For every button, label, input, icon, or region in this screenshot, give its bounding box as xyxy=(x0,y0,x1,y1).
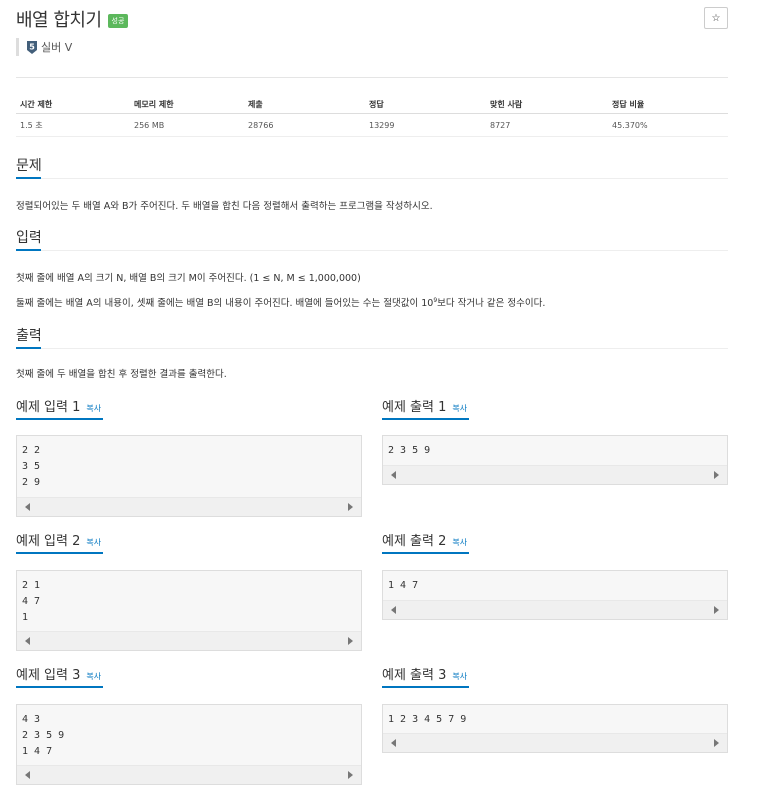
scroll-left-icon[interactable] xyxy=(25,503,30,511)
sample-input-1-scrollbar[interactable] xyxy=(17,497,361,516)
scroll-right-icon[interactable] xyxy=(348,503,353,511)
input-line-1: 첫째 줄에 배열 A의 크기 N, 배열 B의 크기 M이 주어진다. (1 ≤… xyxy=(16,273,361,284)
copy-sample-input-1-button[interactable]: 복사 xyxy=(86,403,101,414)
problem-description: 정렬되어있는 두 배열 A와 B가 주어진다. 두 배열을 합친 다음 정렬해서… xyxy=(16,201,433,212)
copy-sample-output-1-button[interactable]: 복사 xyxy=(452,403,467,414)
star-button[interactable]: ☆ xyxy=(704,7,728,29)
copy-sample-output-3-button[interactable]: 복사 xyxy=(452,671,467,682)
stats-table: 시간 제한 메모리 제한 제출 정답 맞힌 사람 정답 비율 1.5 초 256… xyxy=(16,96,728,137)
tier-number: 5 xyxy=(29,42,35,51)
output-section-title: 출력 xyxy=(16,328,42,344)
input-line-2: 둘째 줄에는 배열 A의 내용이, 셋째 줄에는 배열 B의 내용이 주어진다.… xyxy=(16,295,545,309)
scroll-left-icon[interactable] xyxy=(391,739,396,747)
input-section-underline xyxy=(16,249,41,251)
value-memory-limit: 256 MB xyxy=(130,113,244,137)
header-submissions: 제출 xyxy=(244,96,365,114)
scroll-left-icon[interactable] xyxy=(391,471,396,479)
copy-sample-input-3-button[interactable]: 복사 xyxy=(86,671,101,682)
problem-section-divider xyxy=(16,178,728,179)
sample-input-1-box[interactable]: 2 2 3 5 2 9 xyxy=(16,435,362,517)
header-accepted: 정답 xyxy=(365,96,486,114)
tier-row: 5 실버 V xyxy=(16,38,72,56)
output-description: 첫째 줄에 두 배열을 합친 후 정렬한 결과를 출력한다. xyxy=(16,369,227,380)
input-section-divider xyxy=(16,250,728,251)
sample-output-2-box[interactable]: 1 4 7 xyxy=(382,570,728,620)
sample-output-3-box[interactable]: 1 2 3 4 5 7 9 xyxy=(382,704,728,753)
scroll-left-icon[interactable] xyxy=(25,637,30,645)
sample-output-2-title: 예제 출력 2 복사 xyxy=(382,530,467,549)
problem-section-underline xyxy=(16,177,41,179)
sample-output-2-label: 예제 출력 2 xyxy=(382,534,447,549)
input-line-2-a: 둘째 줄에는 배열 A의 내용이, 셋째 줄에는 배열 B의 내용이 주어진다.… xyxy=(16,298,434,309)
output-section-underline xyxy=(16,347,41,349)
problem-title: 배열 합치기 xyxy=(16,10,102,31)
scroll-left-icon[interactable] xyxy=(391,606,396,614)
sample-output-1-box[interactable]: 2 3 5 9 xyxy=(382,435,728,485)
sample-input-3-scrollbar[interactable] xyxy=(17,765,361,784)
sample-input-3-title: 예제 입력 3 복사 xyxy=(16,664,101,683)
sample-output-1-label: 예제 출력 1 xyxy=(382,400,447,415)
sample-output-1-underline xyxy=(382,418,469,420)
sample-input-1-label: 예제 입력 1 xyxy=(16,400,81,415)
sample-input-2-text: 2 1 4 7 1 xyxy=(22,580,41,623)
header-accept-rate: 정답 비율 xyxy=(608,96,728,114)
sample-output-1-title: 예제 출력 1 복사 xyxy=(382,396,467,415)
value-accept-rate: 45.370% xyxy=(608,113,728,137)
value-submissions[interactable]: 28766 xyxy=(244,113,365,137)
sample-input-2-label: 예제 입력 2 xyxy=(16,534,81,549)
value-solved-users[interactable]: 8727 xyxy=(486,113,608,137)
sample-input-3-box[interactable]: 4 3 2 3 5 9 1 4 7 xyxy=(16,704,362,785)
title-row: 배열 합치기 성공 xyxy=(16,6,129,32)
sample-output-2-underline xyxy=(382,552,469,554)
value-time-limit: 1.5 초 xyxy=(16,113,130,137)
sample-input-2-scrollbar[interactable] xyxy=(17,631,361,650)
sample-output-3-label: 예제 출력 3 xyxy=(382,668,447,683)
sample-output-3-text: 1 2 3 4 5 7 9 xyxy=(388,714,467,725)
sample-input-2-underline xyxy=(16,552,103,554)
sample-output-3-title: 예제 출력 3 복사 xyxy=(382,664,467,683)
header-divider xyxy=(16,77,728,78)
input-line-2-b: 보다 작거나 같은 정수이다. xyxy=(437,298,546,309)
scroll-left-icon[interactable] xyxy=(25,771,30,779)
tier-label[interactable]: 실버 V xyxy=(41,39,72,55)
sample-output-3-underline xyxy=(382,686,469,688)
header-memory-limit: 메모리 제한 xyxy=(130,96,244,114)
status-badge: 성공 xyxy=(107,14,129,28)
sample-input-2-title: 예제 입력 2 복사 xyxy=(16,530,101,549)
scroll-right-icon[interactable] xyxy=(714,606,719,614)
stats-value-row: 1.5 초 256 MB 28766 13299 8727 45.370% xyxy=(16,113,728,137)
output-section-divider xyxy=(16,348,728,349)
copy-sample-input-2-button[interactable]: 복사 xyxy=(86,537,101,548)
sample-input-1-text: 2 2 3 5 2 9 xyxy=(22,445,41,488)
value-accepted[interactable]: 13299 xyxy=(365,113,486,137)
sample-input-1-title: 예제 입력 1 복사 xyxy=(16,396,101,415)
scroll-right-icon[interactable] xyxy=(714,739,719,747)
sample-input-2-box[interactable]: 2 1 4 7 1 xyxy=(16,570,362,651)
sample-input-1-underline xyxy=(16,418,103,420)
problem-section-title: 문제 xyxy=(16,158,42,174)
sample-input-3-text: 4 3 2 3 5 9 1 4 7 xyxy=(22,714,65,757)
sample-output-2-scrollbar[interactable] xyxy=(383,600,727,619)
scroll-right-icon[interactable] xyxy=(714,471,719,479)
tier-icon: 5 xyxy=(27,40,37,54)
header-time-limit: 시간 제한 xyxy=(16,96,130,114)
sample-input-3-underline xyxy=(16,686,103,688)
stats-header-row: 시간 제한 메모리 제한 제출 정답 맞힌 사람 정답 비율 xyxy=(16,96,728,114)
input-section-title: 입력 xyxy=(16,230,42,246)
sample-output-1-scrollbar[interactable] xyxy=(383,465,727,484)
scroll-right-icon[interactable] xyxy=(348,637,353,645)
sample-output-3-scrollbar[interactable] xyxy=(383,733,727,752)
sample-output-1-text: 2 3 5 9 xyxy=(388,445,431,456)
scroll-right-icon[interactable] xyxy=(348,771,353,779)
sample-input-3-label: 예제 입력 3 xyxy=(16,668,81,683)
copy-sample-output-2-button[interactable]: 복사 xyxy=(452,537,467,548)
sample-output-2-text: 1 4 7 xyxy=(388,580,419,591)
header-solved-users: 맞힌 사람 xyxy=(486,96,608,114)
